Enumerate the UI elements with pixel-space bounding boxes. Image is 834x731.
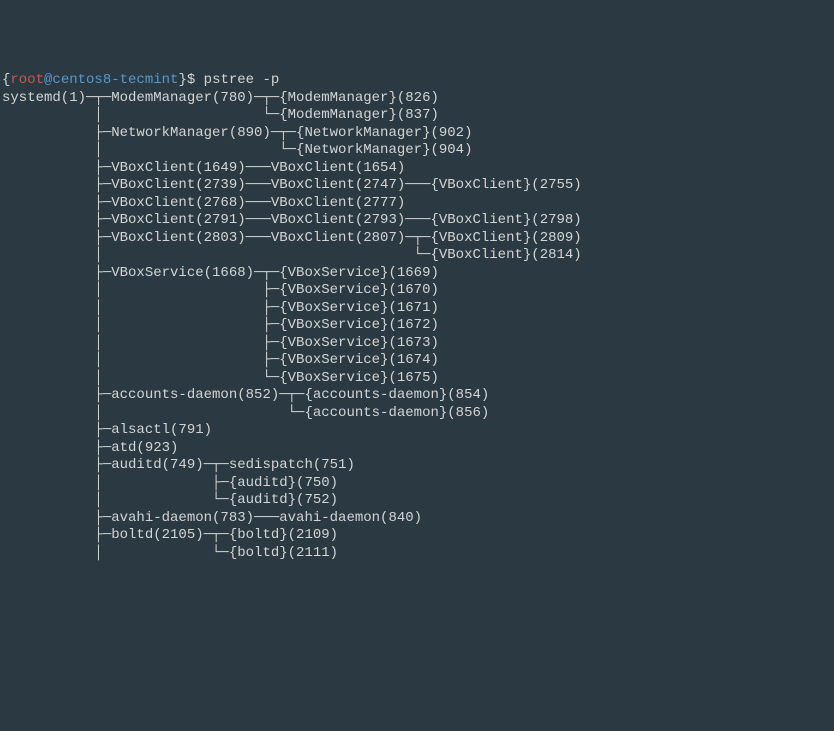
prompt-line: {root@centos8-tecmint}$ pstree -p [2,72,279,88]
tree-output-line: ├─atd(923) [2,440,178,456]
tree-output-line: ├─avahi-daemon(783)───avahi-daemon(840) [2,510,422,526]
tree-output-line: │ └─{VBoxClient}(2814) [2,247,582,263]
tree-output-line: │ └─{boltd}(2111) [2,545,338,561]
tree-output-line: ├─VBoxClient(1649)───VBoxClient(1654) [2,160,405,176]
tree-output-line: ├─VBoxService(1668)─┬─{VBoxService}(1669… [2,265,439,281]
tree-output-line: ├─boltd(2105)─┬─{boltd}(2109) [2,527,338,543]
tree-output-line: ├─VBoxClient(2739)───VBoxClient(2747)───… [2,177,582,193]
prompt-close-bracket: } [178,72,186,88]
tree-output-line: │ ├─{VBoxService}(1670) [2,282,439,298]
tree-output-line: ├─accounts-daemon(852)─┬─{accounts-daemo… [2,387,489,403]
tree-output-line: ├─VBoxClient(2791)───VBoxClient(2793)───… [2,212,582,228]
tree-output-line: ├─NetworkManager(890)─┬─{NetworkManager}… [2,125,472,141]
tree-output-line: │ ├─{VBoxService}(1673) [2,335,439,351]
tree-output-line: │ └─{NetworkManager}(904) [2,142,472,158]
prompt-symbol: $ [187,72,204,88]
tree-output-line: │ ├─{VBoxService}(1672) [2,317,439,333]
tree-output-line: │ ├─{VBoxService}(1674) [2,352,439,368]
tree-output-line: ├─auditd(749)─┬─sedispatch(751) [2,457,355,473]
tree-output-line: ├─VBoxClient(2768)───VBoxClient(2777) [2,195,405,211]
tree-output-line: ├─VBoxClient(2803)───VBoxClient(2807)─┬─… [2,230,582,246]
prompt-user: root [10,72,44,88]
tree-output-line: │ └─{auditd}(752) [2,492,338,508]
tree-output-line: systemd(1)─┬─ModemManager(780)─┬─{ModemM… [2,90,439,106]
tree-output-line: │ └─{ModemManager}(837) [2,107,439,123]
tree-output-line: │ ├─{auditd}(750) [2,475,338,491]
tree-output-line: │ ├─{VBoxService}(1671) [2,300,439,316]
command-text: pstree -p [204,72,280,88]
prompt-host: centos8-tecmint [52,72,178,88]
tree-output-line: │ └─{accounts-daemon}(856) [2,405,489,421]
tree-output-line: ├─alsactl(791) [2,422,212,438]
tree-output-line: │ └─{VBoxService}(1675) [2,370,439,386]
terminal-window[interactable]: {root@centos8-tecmint}$ pstree -p system… [2,72,834,641]
